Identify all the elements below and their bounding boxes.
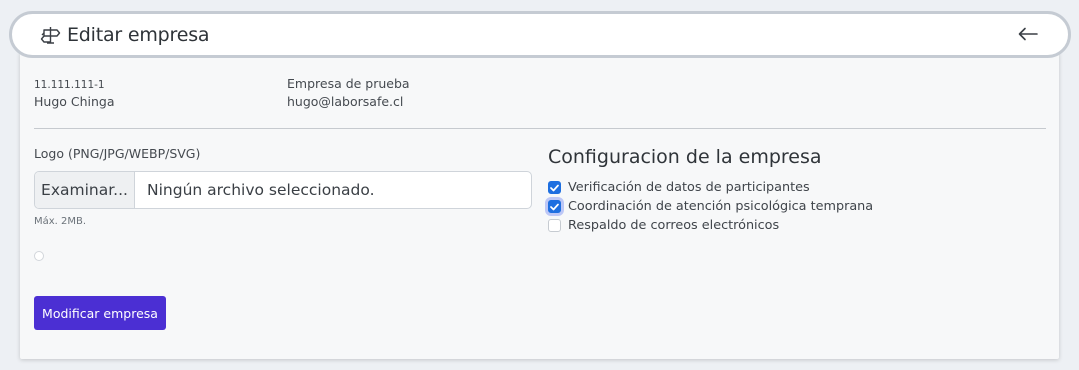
config-title: Configuracion de la empresa xyxy=(548,146,822,168)
file-name-value: Ningún archivo seleccionado. xyxy=(147,181,375,199)
config-option-label: Respaldo de correos electrónicos xyxy=(568,218,780,233)
checkbox-verification[interactable] xyxy=(548,181,561,194)
logo-preview-placeholder xyxy=(34,251,44,261)
page-header: Editar empresa xyxy=(9,11,1071,58)
config-option-email-backup[interactable]: Respaldo de correos electrónicos xyxy=(548,216,873,235)
config-option-verification[interactable]: Verificación de datos de participantes xyxy=(548,178,873,197)
edit-company-card: 11.111.111-1 Empresa de prueba Hugo Chin… xyxy=(20,52,1059,359)
contact-name: Hugo Chinga xyxy=(34,94,115,109)
logo-help-text: Máx. 2MB. xyxy=(34,216,87,227)
check-icon xyxy=(550,203,559,210)
modify-company-button[interactable]: Modificar empresa xyxy=(34,296,166,330)
contact-email: hugo@laborsafe.cl xyxy=(287,94,404,109)
logo-label: Logo (PNG/JPG/WEBP/SVG) xyxy=(34,146,201,161)
arrow-left-icon xyxy=(1018,27,1038,41)
config-option-label: Verificación de datos de participantes xyxy=(568,180,810,195)
company-rut: 11.111.111-1 xyxy=(34,79,105,91)
checkbox-psychological-care[interactable] xyxy=(548,200,561,213)
company-name: Empresa de prueba xyxy=(287,76,410,91)
config-option-label: Coordinación de atención psicológica tem… xyxy=(568,199,874,214)
logo-file-input[interactable]: Examinar... Ningún archivo seleccionado. xyxy=(34,171,532,209)
checkbox-email-backup[interactable] xyxy=(548,219,561,232)
page-title: Editar empresa xyxy=(67,23,210,46)
config-options: Verificación de datos de participantes C… xyxy=(548,178,873,235)
divider xyxy=(34,128,1046,129)
signpost-icon xyxy=(40,25,62,45)
config-option-psychological-care[interactable]: Coordinación de atención psicológica tem… xyxy=(548,197,873,216)
browse-button[interactable]: Examinar... xyxy=(35,172,135,208)
back-button[interactable] xyxy=(1016,24,1040,44)
check-icon xyxy=(550,184,559,191)
page: Editar empresa 11.111.111-1 Empresa de p… xyxy=(0,0,1079,370)
